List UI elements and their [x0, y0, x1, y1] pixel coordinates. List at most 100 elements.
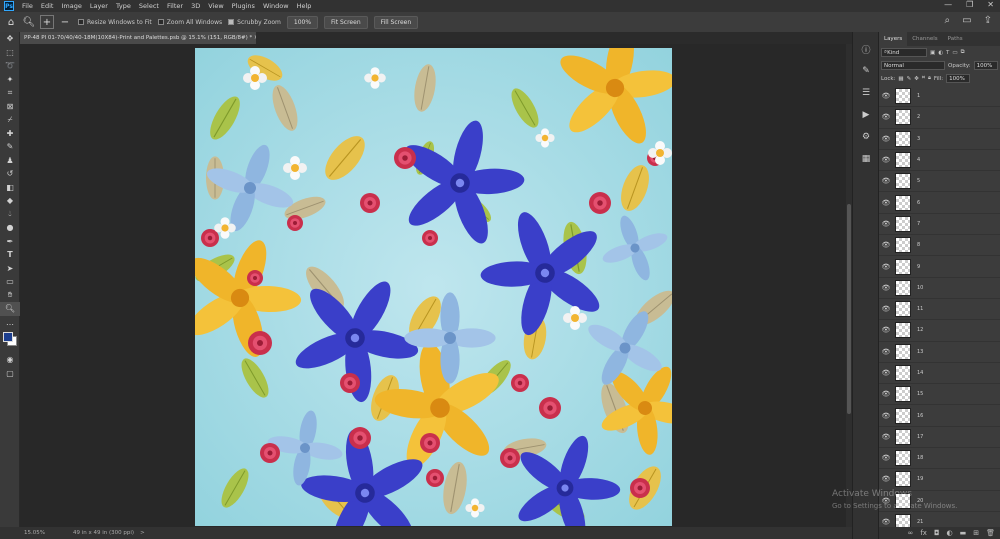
- layer-row[interactable]: 👁︎ 21: [879, 512, 1000, 527]
- layer-row[interactable]: 👁︎ 9: [879, 256, 1000, 278]
- magic-wand-tool-icon[interactable]: ✦: [0, 73, 20, 87]
- lasso-tool-icon[interactable]: ➰: [0, 59, 20, 73]
- home-icon[interactable]: ⌂: [4, 15, 18, 29]
- visibility-eye-icon[interactable]: 👁︎: [879, 475, 893, 483]
- link-layers-icon[interactable]: ∞: [908, 529, 914, 537]
- visibility-eye-icon[interactable]: 👁︎: [879, 92, 893, 100]
- filter-adjustment-icon[interactable]: ◐: [938, 50, 943, 56]
- menu-type[interactable]: Type: [116, 2, 131, 10]
- tab-channels[interactable]: Channels: [907, 32, 942, 46]
- visibility-eye-icon[interactable]: 👁︎: [879, 241, 893, 249]
- layer-row[interactable]: 👁︎ 4: [879, 150, 1000, 172]
- adjustments-icon[interactable]: ☰: [853, 82, 879, 104]
- quick-mask-icon[interactable]: ◉: [0, 353, 20, 367]
- zoom-tool-preset-icon[interactable]: 🔍︎: [22, 15, 36, 29]
- menu-filter[interactable]: Filter: [167, 2, 183, 10]
- layer-name[interactable]: 13: [917, 349, 923, 355]
- layer-name[interactable]: 16: [917, 413, 923, 419]
- crop-tool-icon[interactable]: ⌗: [0, 86, 20, 100]
- menu-edit[interactable]: Edit: [41, 2, 54, 10]
- photoshop-logo-icon[interactable]: Ps: [4, 1, 14, 11]
- visibility-eye-icon[interactable]: 👁︎: [879, 199, 893, 207]
- tab-paths[interactable]: Paths: [943, 32, 968, 46]
- fill-field[interactable]: 100%: [946, 74, 971, 83]
- layer-row[interactable]: 👁︎ 8: [879, 235, 1000, 257]
- brush-settings-icon[interactable]: ✎: [853, 60, 879, 82]
- layer-row[interactable]: 👁︎ 17: [879, 427, 1000, 449]
- layer-row[interactable]: 👁︎ 13: [879, 342, 1000, 363]
- shape-tool-icon[interactable]: ▭: [0, 275, 20, 289]
- layer-row[interactable]: 👁︎ 7: [879, 214, 1000, 236]
- layer-name[interactable]: 14: [917, 370, 923, 376]
- lock-transparent-icon[interactable]: ▦: [898, 76, 903, 82]
- filter-kind-select[interactable]: ⌕ Kind: [881, 48, 927, 57]
- visibility-eye-icon[interactable]: 👁︎: [879, 348, 893, 356]
- dodge-tool-icon[interactable]: ●: [0, 221, 20, 235]
- layer-name[interactable]: 5: [917, 178, 920, 184]
- actions-play-icon[interactable]: ▶: [853, 104, 879, 126]
- layer-name[interactable]: 3: [917, 136, 920, 142]
- info-icon[interactable]: ⓘ: [853, 38, 879, 60]
- paint-bucket-tool-icon[interactable]: ◆: [0, 194, 20, 208]
- layer-name[interactable]: 8: [917, 242, 920, 248]
- layer-row[interactable]: 👁︎ 2: [879, 107, 1000, 129]
- move-tool-icon[interactable]: ✥: [0, 32, 20, 46]
- layer-name[interactable]: 6: [917, 200, 920, 206]
- minimize-button[interactable]: —: [944, 0, 952, 9]
- layer-row[interactable]: 👁︎ 6: [879, 192, 1000, 214]
- menu-3d[interactable]: 3D: [191, 2, 200, 10]
- more-tools-icon[interactable]: …: [0, 316, 20, 330]
- fit-screen-button[interactable]: Fit Screen: [324, 15, 368, 29]
- visibility-eye-icon[interactable]: 👁︎: [879, 326, 893, 334]
- blend-mode-select[interactable]: Normal: [881, 61, 945, 70]
- zoom-level[interactable]: 15.05%: [24, 530, 45, 536]
- tab-layers[interactable]: Layers: [879, 32, 908, 46]
- visibility-eye-icon[interactable]: 👁︎: [879, 412, 893, 420]
- visibility-eye-icon[interactable]: 👁︎: [879, 369, 893, 377]
- layer-style-icon[interactable]: fx: [920, 529, 927, 537]
- layer-row[interactable]: 👁︎ 3: [879, 129, 1000, 150]
- document-canvas[interactable]: [195, 48, 672, 526]
- menu-view[interactable]: View: [208, 2, 223, 10]
- layer-name[interactable]: 2: [917, 114, 920, 120]
- layer-row[interactable]: 👁︎ 12: [879, 320, 1000, 342]
- zoom-all-option[interactable]: Zoom All Windows: [157, 19, 222, 26]
- workspace-icon[interactable]: ▭: [962, 15, 971, 26]
- foreground-color-swatch[interactable]: [3, 332, 13, 342]
- zoom-100-button[interactable]: 100%: [286, 15, 319, 29]
- scrubby-zoom-option[interactable]: Scrubby Zoom: [228, 19, 281, 26]
- hand-tool-icon[interactable]: ✋︎: [0, 289, 20, 303]
- resize-windows-checkbox[interactable]: [78, 19, 84, 25]
- layer-name[interactable]: 21: [917, 519, 923, 525]
- eyedropper-tool-icon[interactable]: ⌿: [0, 113, 20, 127]
- adjustment-layer-icon[interactable]: ◐: [947, 529, 953, 537]
- close-button[interactable]: ✕: [987, 0, 994, 9]
- eraser-tool-icon[interactable]: ◧: [0, 181, 20, 195]
- visibility-eye-icon[interactable]: 👁︎: [879, 220, 893, 228]
- resize-windows-option[interactable]: Resize Windows to Fit: [78, 19, 152, 26]
- layer-row[interactable]: 👁︎ 15: [879, 384, 1000, 406]
- visibility-eye-icon[interactable]: 👁︎: [879, 156, 893, 164]
- visibility-eye-icon[interactable]: 👁︎: [879, 113, 893, 121]
- visibility-eye-icon[interactable]: 👁︎: [879, 390, 893, 398]
- filter-type-icon[interactable]: T: [946, 50, 949, 56]
- filter-shape-icon[interactable]: ▭: [952, 50, 957, 56]
- layer-name[interactable]: 7: [917, 221, 920, 227]
- frame-tool-icon[interactable]: ⊠: [0, 100, 20, 114]
- visibility-eye-icon[interactable]: 👁︎: [879, 518, 893, 526]
- blur-tool-icon[interactable]: 💧︎: [0, 208, 20, 222]
- fill-screen-button[interactable]: Fill Screen: [373, 15, 419, 29]
- layer-row[interactable]: 👁︎ 1: [879, 86, 1000, 108]
- marquee-tool-icon[interactable]: ⬚: [0, 46, 20, 60]
- layer-name[interactable]: 15: [917, 391, 923, 397]
- zoom-out-icon[interactable]: −: [58, 15, 72, 29]
- properties-icon[interactable]: ⚙: [853, 126, 879, 148]
- visibility-eye-icon[interactable]: 👁︎: [879, 177, 893, 185]
- layer-row[interactable]: 👁︎ 16: [879, 405, 1000, 427]
- layer-row[interactable]: 👁︎ 10: [879, 278, 1000, 299]
- opacity-field[interactable]: 100%: [973, 61, 998, 70]
- search-icon[interactable]: ⌕: [945, 15, 951, 26]
- layer-name[interactable]: 17: [917, 434, 923, 440]
- lock-artboard-icon[interactable]: ⌗: [922, 75, 925, 82]
- filter-pixel-icon[interactable]: ▣: [930, 50, 935, 56]
